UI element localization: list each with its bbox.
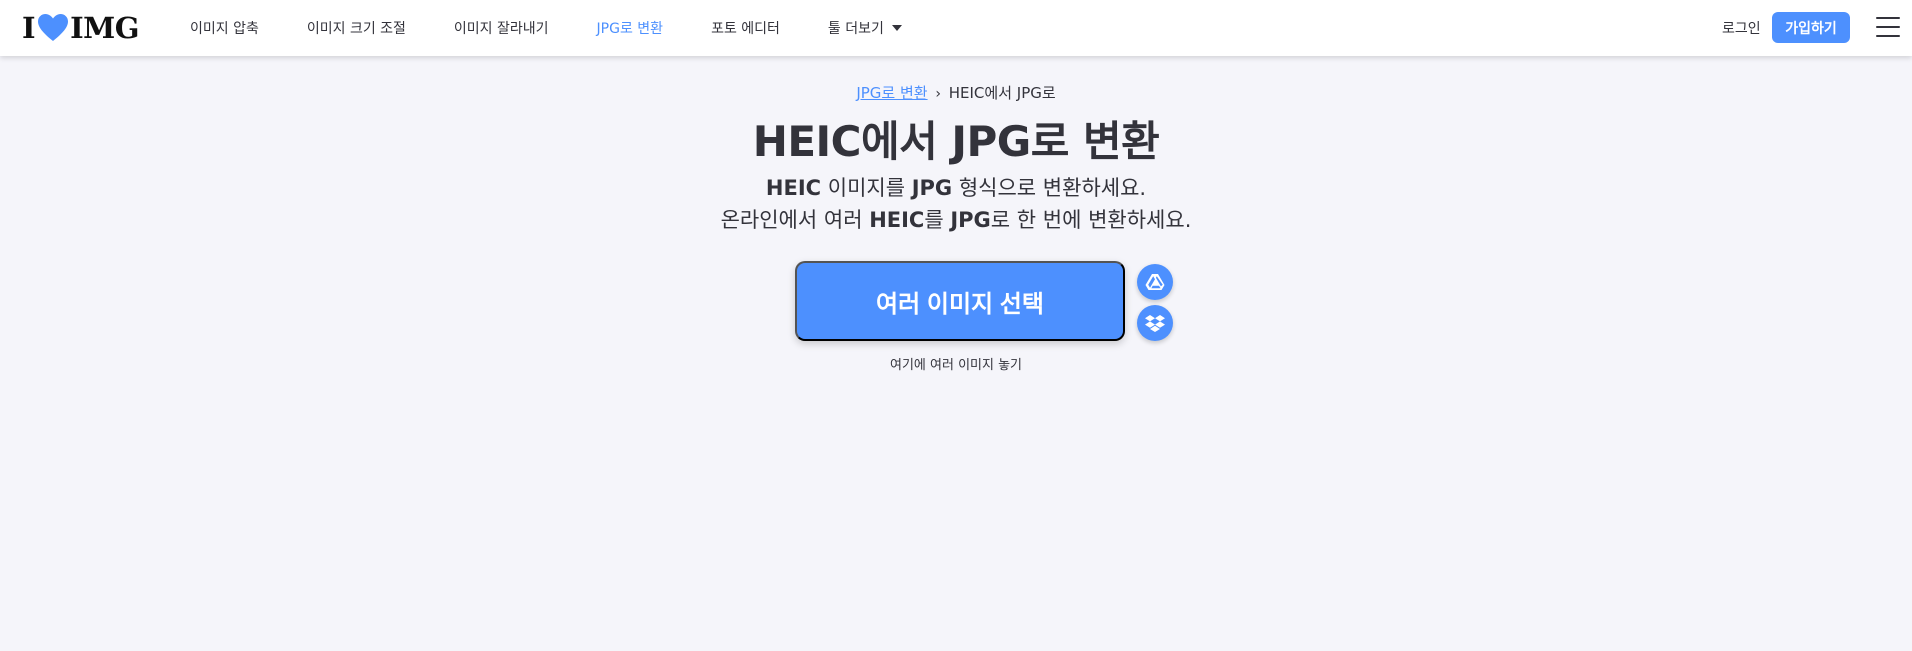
heart-icon	[38, 14, 69, 41]
dropbox-button[interactable]	[1137, 305, 1173, 341]
select-images-button[interactable]: 여러 이미지 선택	[795, 261, 1125, 341]
google-drive-button[interactable]	[1137, 264, 1173, 300]
drop-zone-hint: 여기에 여러 이미지 놓기	[890, 358, 1022, 373]
logo-text-img: IMG	[70, 11, 140, 45]
iloveimg-logo[interactable]: I IMG	[22, 10, 140, 46]
nav-resize-image[interactable]: 이미지 크기 조절	[307, 18, 406, 38]
top-header: I IMG 이미지 압축 이미지 크기 조절 이미지 잘라내기 JPG로 변환 …	[0, 0, 1912, 56]
google-drive-icon	[1145, 274, 1165, 290]
nav-crop-image[interactable]: 이미지 잘라내기	[454, 18, 549, 38]
breadcrumb: JPG로 변환 › HEIC에서 JPG로	[0, 82, 1912, 103]
page-subtitle-line-2: 온라인에서 여러 HEIC를 JPG로 한 번에 변환하세요.	[720, 208, 1192, 232]
login-link[interactable]: 로그인	[1722, 18, 1761, 38]
dropbox-icon	[1145, 315, 1165, 332]
page-title: HEIC에서 JPG로 변환	[752, 117, 1160, 166]
breadcrumb-current: HEIC에서 JPG로	[948, 84, 1056, 102]
nav-convert-to-jpg[interactable]: JPG로 변환	[597, 18, 664, 38]
hamburger-menu-icon[interactable]	[1876, 17, 1900, 37]
page-subtitle-line-1: HEIC 이미지를 JPG 형식으로 변환하세요.	[765, 176, 1147, 200]
main-nav: 이미지 압축 이미지 크기 조절 이미지 잘라내기 JPG로 변환 포토 에디터…	[190, 0, 950, 56]
main-content: JPG로 변환 › HEIC에서 JPG로 HEIC에서 JPG로 변환 HEI…	[0, 56, 1912, 651]
signup-button[interactable]: 가입하기	[1772, 12, 1850, 43]
nav-more-tools[interactable]: 툴 더보기	[828, 18, 902, 38]
caret-down-icon	[891, 25, 902, 31]
chevron-right-icon: ›	[935, 86, 941, 102]
nav-photo-editor[interactable]: 포토 에디터	[711, 18, 780, 38]
logo-letter-i: I	[22, 11, 36, 45]
breadcrumb-parent-link[interactable]: JPG로 변환	[856, 84, 927, 102]
nav-compress-image[interactable]: 이미지 압축	[190, 18, 259, 38]
